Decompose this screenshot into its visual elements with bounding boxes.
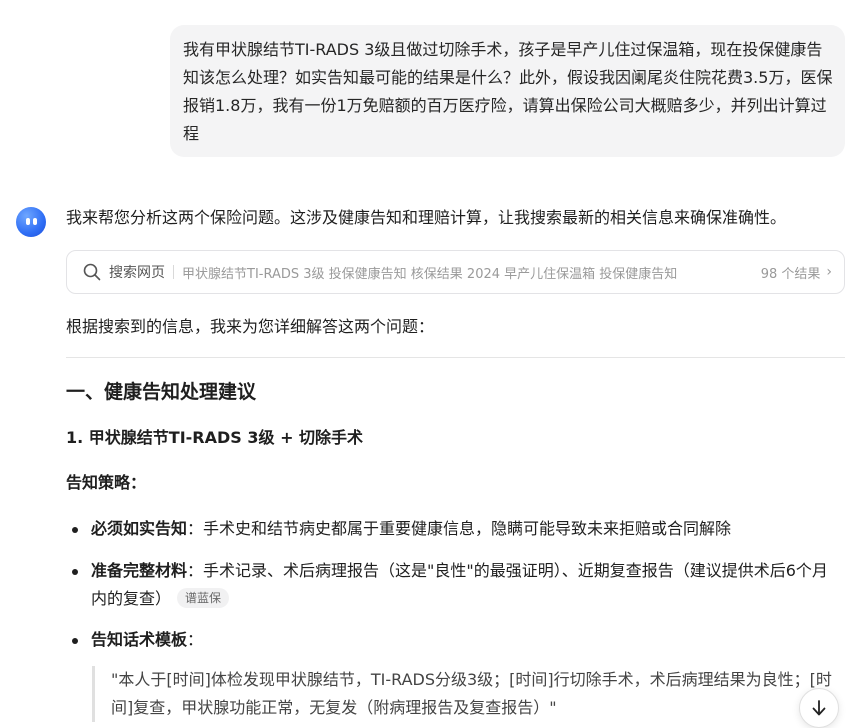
list-item: 准备完整材料：手术记录、术后病理报告（这是"良性"的最强证明）、近期复查报告（建…	[72, 557, 838, 613]
user-message-bubble: 我有甲状腺结节TI-RADS 3级且做过切除手术，孩子是早产儿住过保温箱，现在投…	[170, 25, 845, 157]
subsection-title: 1. 甲状腺结节TI-RADS 3级 + 切除手术	[66, 428, 364, 447]
search-query: 甲状腺结节TI-RADS 3级 投保健康告知 核保结果 2024 早产儿住保温箱…	[182, 266, 678, 282]
bullet-title: 准备完整材料	[91, 561, 188, 580]
web-search-results-bar[interactable]: 搜索网页 甲状腺结节TI-RADS 3级 投保健康告知 核保结果 2024 早产…	[66, 250, 845, 294]
section-divider	[66, 357, 845, 358]
assistant-intro-text: 我来帮您分析这两个保险问题。这涉及健康告知和理赔计算，让我搜索最新的相关信息来确…	[66, 208, 787, 227]
search-result-count: 98 个结果	[760, 266, 821, 282]
chevron-right-icon: ›	[826, 264, 832, 280]
bullet-text: ：手术史和结节病史都属于重要健康信息，隐瞒可能导致未来拒赔或合同解除	[187, 519, 732, 538]
section-title: 一、健康告知处理建议	[66, 381, 257, 403]
list-item: 必须如实告知：手术史和结节病史都属于重要健康信息，隐瞒可能导致未来拒赔或合同解除	[72, 515, 832, 543]
bullet-title: 告知话术模板	[91, 630, 188, 649]
source-citation-tag[interactable]: 谱蓝保	[177, 588, 230, 608]
search-label: 搜索网页	[109, 265, 165, 281]
template-quote: "本人于[时间]体检发现甲状腺结节，TI-RADS分级3级；[时间]行切除手术，…	[92, 666, 832, 722]
search-divider	[173, 265, 174, 279]
bullet-text: ：	[187, 630, 204, 649]
user-message-text: 我有甲状腺结节TI-RADS 3级且做过切除手术，孩子是早产儿住过保温箱，现在投…	[183, 40, 833, 143]
strategy-label: 告知策略：	[66, 473, 147, 492]
answer-lead: 根据搜索到的信息，我来为您详细解答这两个问题：	[66, 317, 435, 336]
search-icon	[83, 263, 101, 281]
arrow-down-icon	[812, 700, 826, 716]
bullet-title: 必须如实告知	[91, 519, 188, 538]
assistant-avatar-icon	[16, 207, 46, 237]
scroll-to-bottom-button[interactable]	[799, 688, 839, 728]
list-item: 告知话术模板：	[72, 626, 772, 654]
